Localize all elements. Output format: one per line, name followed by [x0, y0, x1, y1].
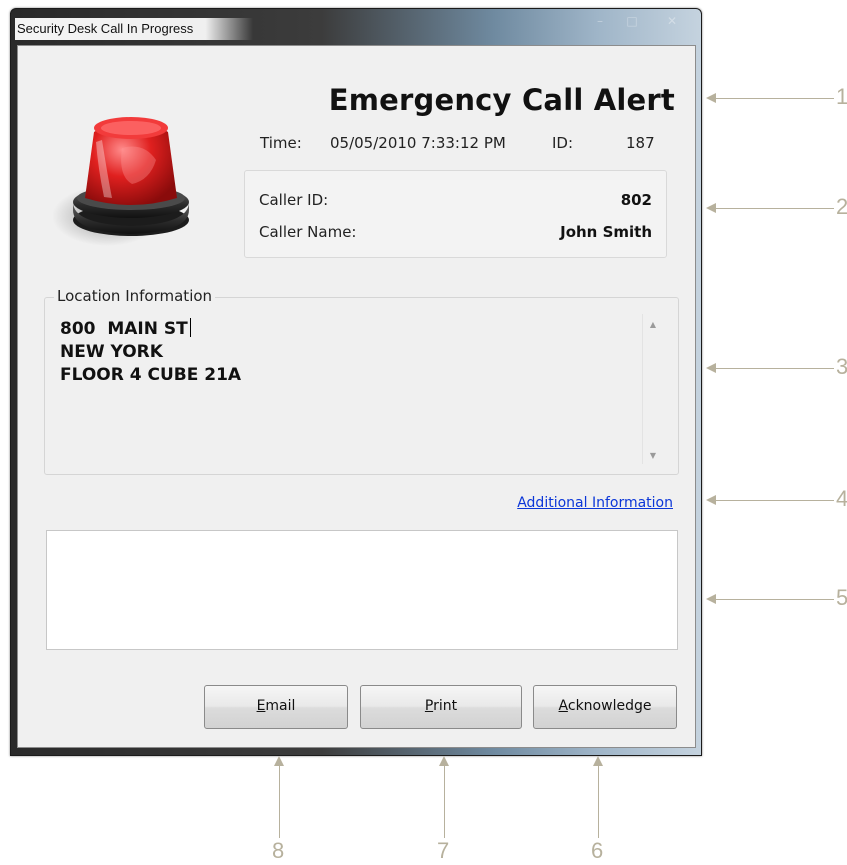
callout-arrow-1	[706, 93, 834, 103]
callout-label-5: 5	[836, 585, 847, 610]
caller-name-value: John Smith	[560, 223, 652, 241]
red-siren-icon	[52, 117, 189, 246]
scroll-up-icon[interactable]: ▲	[647, 320, 659, 329]
text-caret	[189, 318, 191, 337]
callout-arrow-6	[593, 756, 603, 838]
time-label: Time:	[260, 134, 302, 152]
caller-id-value: 802	[620, 191, 652, 209]
call-alert-window: Security Desk Call In Progress – □ ✕ Eme…	[10, 8, 702, 756]
time-value: 05/05/2010 7:33:12 PM	[330, 134, 506, 152]
dialog-body: Emergency Call Alert Time: 05/05/2010 7:…	[17, 45, 696, 748]
acknowledge-label: cknowledge	[567, 698, 652, 714]
caller-info-panel: Caller ID: 802 Caller Name: John Smith	[244, 170, 667, 258]
callout-arrow-3	[706, 363, 834, 373]
title-bar[interactable]: Security Desk Call In Progress – □ ✕	[11, 9, 701, 45]
callout-arrow-8	[274, 756, 284, 838]
email-button[interactable]: Email	[204, 685, 348, 729]
location-scrollbar[interactable]: ▲ ▼	[642, 314, 663, 464]
close-icon: ✕	[666, 14, 678, 28]
maximize-icon: □	[626, 14, 638, 28]
callout-arrow-5	[706, 594, 834, 604]
callout-arrow-2	[706, 203, 834, 213]
alert-title: Emergency Call Alert	[328, 83, 675, 117]
notes-textbox[interactable]	[46, 530, 678, 650]
callout-label-3: 3	[836, 354, 847, 379]
email-label: mail	[265, 698, 296, 714]
minimize-icon: –	[597, 14, 603, 28]
callout-label-1: 1	[836, 84, 847, 109]
caller-name-label: Caller Name:	[259, 223, 357, 241]
callout-arrow-4	[706, 495, 834, 505]
minimize-button[interactable]: –	[585, 11, 615, 31]
location-line-1: 800 MAIN ST	[60, 319, 188, 339]
close-button[interactable]: ✕	[651, 11, 693, 31]
id-value: 187	[626, 134, 655, 152]
callout-label-6: 6	[591, 838, 604, 863]
callout-arrow-7	[439, 756, 449, 838]
acknowledge-button[interactable]: Acknowledge	[533, 685, 677, 729]
maximize-button[interactable]: □	[617, 11, 647, 31]
location-textbox[interactable]: 800 MAIN ST NEW YORK FLOOR 4 CUBE 21A	[60, 318, 241, 387]
print-mnemonic: P	[424, 698, 434, 714]
location-legend: Location Information	[54, 287, 216, 305]
window-title: Security Desk Call In Progress	[15, 18, 253, 40]
additional-information-link[interactable]: Additional Information	[517, 495, 673, 511]
callout-label-2: 2	[836, 194, 847, 219]
callout-label-8: 8	[272, 838, 285, 863]
print-label: rint	[433, 698, 458, 714]
location-line-2: NEW YORK	[60, 342, 163, 362]
scroll-down-icon[interactable]: ▼	[647, 451, 659, 460]
id-label: ID:	[552, 134, 574, 152]
callout-label-7: 7	[437, 838, 450, 863]
caller-id-label: Caller ID:	[259, 191, 329, 209]
callout-label-4: 4	[836, 486, 847, 511]
acknowledge-mnemonic: A	[558, 698, 568, 714]
print-button[interactable]: Print	[360, 685, 522, 729]
location-line-3: FLOOR 4 CUBE 21A	[60, 365, 242, 385]
